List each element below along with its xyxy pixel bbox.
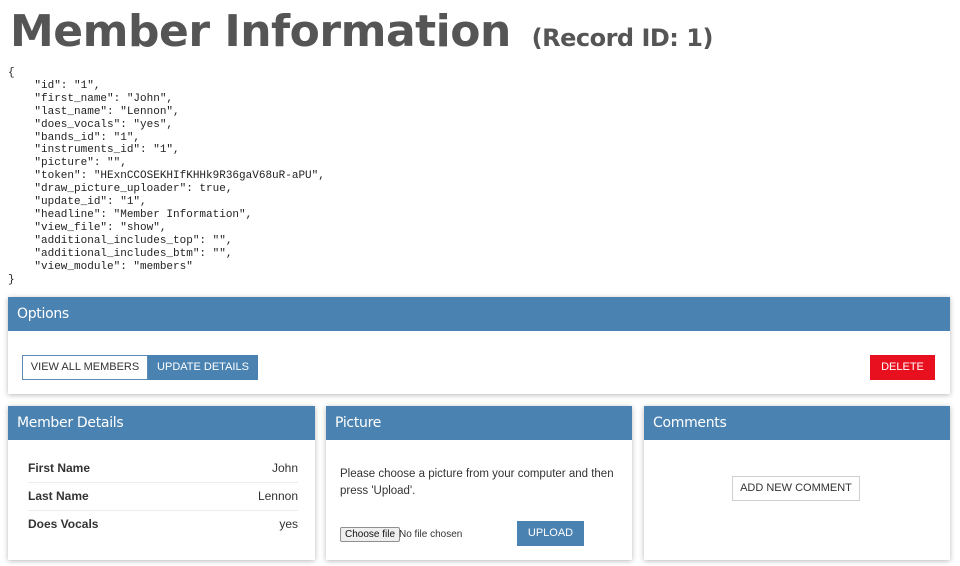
member-details-panel: Member Details First Name John Last Name… bbox=[8, 406, 315, 560]
detail-value: yes bbox=[279, 517, 298, 531]
view-all-members-button[interactable]: VIEW ALL MEMBERS bbox=[22, 355, 148, 380]
delete-button[interactable]: DELETE bbox=[870, 355, 935, 380]
page-title-text: Member Information bbox=[10, 6, 511, 57]
picture-panel: Picture Please choose a picture from you… bbox=[326, 406, 632, 560]
detail-value: Lennon bbox=[257, 489, 298, 503]
detail-row-first-name: First Name John bbox=[28, 455, 298, 483]
comments-panel-title: Comments bbox=[644, 406, 950, 440]
detail-label: First Name bbox=[28, 461, 91, 475]
update-details-button[interactable]: UPDATE DETAILS bbox=[148, 355, 258, 380]
detail-row-last-name: Last Name Lennon bbox=[28, 483, 298, 511]
add-new-comment-button[interactable]: ADD NEW COMMENT bbox=[732, 476, 860, 501]
detail-label: Last Name bbox=[28, 489, 89, 503]
options-panel: Options VIEW ALL MEMBERS UPDATE DETAILS … bbox=[8, 297, 950, 394]
no-file-chosen-text: No file chosen bbox=[399, 529, 463, 540]
debug-data-dump: { "id": "1", "first_name": "John", "last… bbox=[8, 67, 325, 286]
detail-label: Does Vocals bbox=[28, 517, 99, 531]
comments-panel: Comments ADD NEW COMMENT bbox=[644, 406, 950, 560]
detail-row-does-vocals: Does Vocals yes bbox=[28, 511, 298, 538]
detail-value: John bbox=[271, 461, 298, 475]
record-id-label: (Record ID: 1) bbox=[531, 24, 714, 52]
options-panel-title: Options bbox=[8, 297, 950, 331]
page-title: Member Information (Record ID: 1) bbox=[10, 6, 713, 64]
picture-panel-title: Picture bbox=[326, 406, 632, 440]
upload-button[interactable]: UPLOAD bbox=[517, 521, 584, 546]
member-details-title: Member Details bbox=[8, 406, 315, 440]
choose-file-button[interactable]: Choose file bbox=[340, 527, 401, 542]
picture-instructions: Please choose a picture from your comput… bbox=[340, 468, 614, 497]
